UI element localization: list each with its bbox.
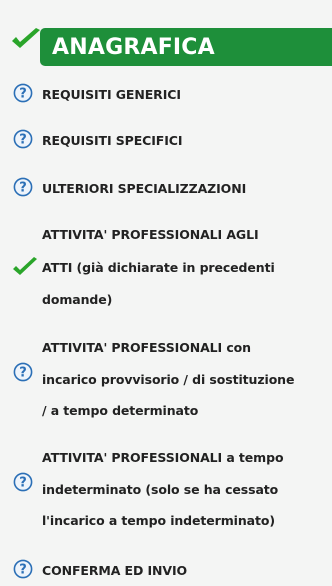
menu-item-attivita-incarico-provvisorio[interactable]: ? ATTIVITA' PROFESSIONALI con incarico p… bbox=[0, 336, 332, 432]
menu-item-label: CONFERMA ED INVIO bbox=[42, 563, 188, 578]
svg-text:?: ? bbox=[19, 87, 27, 102]
menu-item-label-line-1: ATTIVITA' PROFESSIONALI con bbox=[42, 340, 251, 355]
menu-item-requisiti-specifici[interactable]: ? REQUISITI SPECIFICI bbox=[0, 126, 332, 152]
menu-item-attivita-tempo-indeterminato[interactable]: ? ATTIVITA' PROFESSIONALI a tempo indete… bbox=[0, 446, 332, 542]
menu-item-label: ULTERIORI SPECIALIZZAZIONI bbox=[42, 181, 247, 196]
svg-text:?: ? bbox=[19, 563, 27, 578]
menu-item-requisiti-generici[interactable]: ? REQUISITI GENERICI bbox=[0, 80, 332, 106]
green-checkmark-icon bbox=[12, 28, 40, 48]
svg-text:?: ? bbox=[19, 476, 27, 491]
menu-item-attivita-professionali-agli-atti[interactable]: ATTIVITA' PROFESSIONALI AGLI ATTI (già d… bbox=[0, 222, 332, 318]
header-label: ANAGRAFICA bbox=[52, 34, 215, 60]
help-icon: ? bbox=[13, 362, 33, 382]
menu-item-label-line-2: indeterminato (solo se ha cessato bbox=[42, 482, 279, 497]
help-icon: ? bbox=[13, 559, 33, 579]
menu-item-label: REQUISITI GENERICI bbox=[42, 87, 181, 102]
help-icon: ? bbox=[13, 129, 33, 149]
svg-text:?: ? bbox=[19, 366, 27, 381]
svg-text:?: ? bbox=[19, 133, 27, 148]
menu-item-label-line-2: ATTI (già dichiarate in precedenti bbox=[42, 260, 275, 275]
menu-item-label: REQUISITI SPECIFICI bbox=[42, 133, 183, 148]
help-icon: ? bbox=[13, 472, 33, 492]
menu-item-label-line-2: incarico provvisorio / di sostituzione bbox=[42, 372, 295, 387]
help-icon: ? bbox=[13, 83, 33, 103]
menu-item-label-line-3: / a tempo determinato bbox=[42, 403, 199, 418]
help-icon: ? bbox=[13, 177, 33, 197]
green-checkmark-icon bbox=[13, 257, 37, 275]
svg-text:?: ? bbox=[19, 181, 27, 196]
menu-item-label-line-1: ATTIVITA' PROFESSIONALI AGLI bbox=[42, 227, 259, 242]
section-header-anagrafica[interactable]: ANAGRAFICA bbox=[40, 28, 332, 66]
menu-item-label-line-3: l'incarico a tempo indeterminato) bbox=[42, 513, 275, 528]
menu-item-conferma-ed-invio[interactable]: ? CONFERMA ED INVIO bbox=[0, 556, 332, 582]
menu-item-label-line-1: ATTIVITA' PROFESSIONALI a tempo bbox=[42, 450, 284, 465]
menu-item-ulteriori-specializzazioni[interactable]: ? ULTERIORI SPECIALIZZAZIONI bbox=[0, 174, 332, 200]
menu-item-label-line-3: domande) bbox=[42, 292, 113, 307]
